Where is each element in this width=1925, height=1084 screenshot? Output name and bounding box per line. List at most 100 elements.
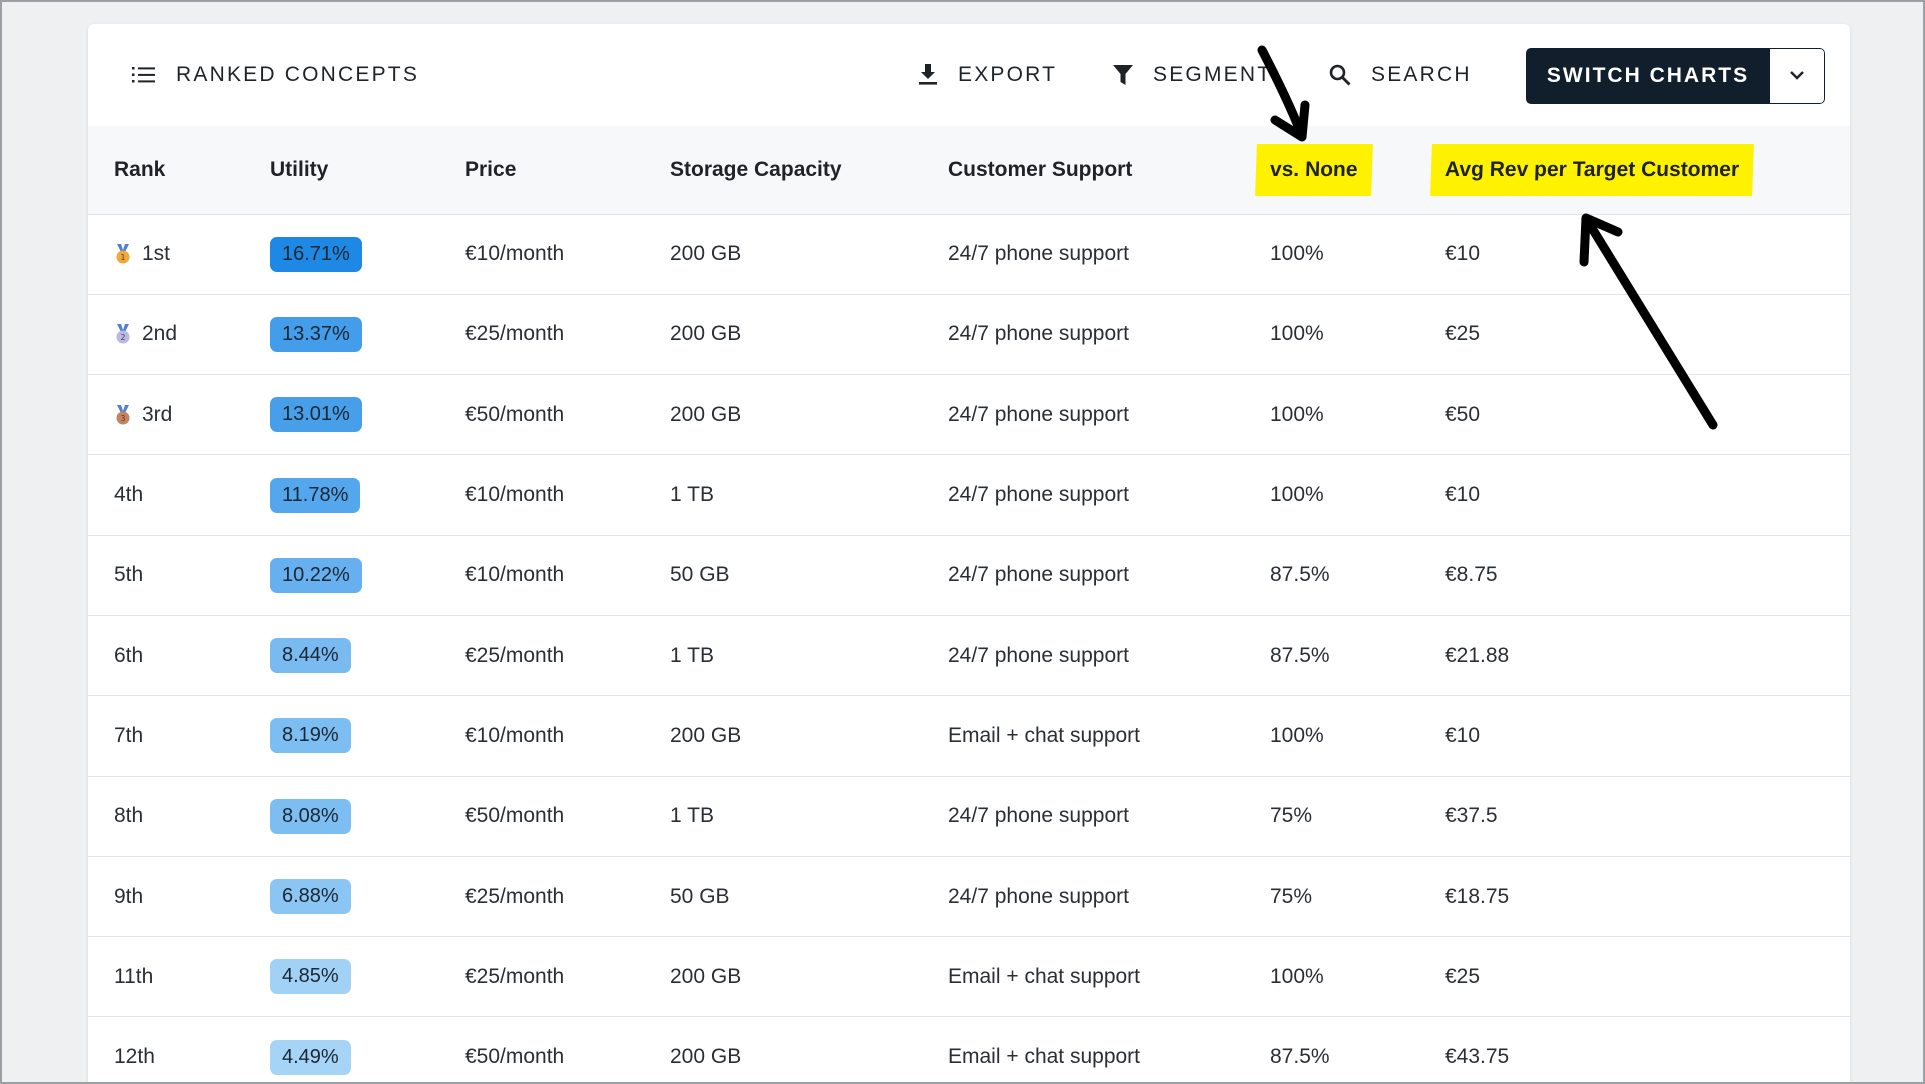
- table-row[interactable]: 2 2nd 13.37% €25/month 200 GB 24/7 phone…: [88, 294, 1850, 376]
- utility-badge: 16.71%: [270, 236, 362, 272]
- rank-label: 1st: [142, 242, 171, 266]
- cell-support: 24/7 phone support: [948, 856, 1270, 938]
- rank-label: 2nd: [142, 322, 178, 346]
- column-header-avg-rev[interactable]: Avg Rev per Target Customer: [1430, 126, 1850, 215]
- cell-rank: 9th: [88, 856, 270, 938]
- cell-support: 24/7 phone support: [948, 776, 1270, 857]
- cell-support: 24/7 phone support: [948, 535, 1270, 616]
- cell-rank: 2 2nd: [88, 294, 270, 376]
- table-row[interactable]: 8th 8.08% €50/month 1 TB 24/7 phone supp…: [88, 776, 1850, 857]
- utility-badge: 13.01%: [270, 397, 362, 433]
- column-header-support[interactable]: Customer Support: [948, 126, 1270, 215]
- ranked-concepts-title: RANKED CONCEPTS: [132, 24, 419, 126]
- toolbar: RANKED CONCEPTS EXPORT SEGMENT SEARCH SW…: [88, 24, 1850, 126]
- table-row[interactable]: 1 1st 16.71% €10/month 200 GB 24/7 phone…: [88, 214, 1850, 295]
- utility-badge: 13.37%: [270, 316, 362, 352]
- column-header-utility[interactable]: Utility: [270, 126, 465, 215]
- cell-vs-none: 100%: [1270, 936, 1445, 1018]
- table-row[interactable]: 11th 4.85% €25/month 200 GB Email + chat…: [88, 936, 1850, 1018]
- cell-price: €10/month: [465, 454, 670, 536]
- cell-storage: 1 TB: [670, 776, 948, 857]
- cell-rank: 11th: [88, 936, 270, 1018]
- segment-button[interactable]: SEGMENT: [1113, 24, 1272, 126]
- table-body: 1 1st 16.71% €10/month 200 GB 24/7 phone…: [88, 214, 1850, 1084]
- cell-rank: 12th: [88, 1016, 270, 1084]
- cell-vs-none: 87.5%: [1270, 1016, 1445, 1084]
- utility-badge: 6.88%: [270, 879, 351, 915]
- cell-price: €10/month: [465, 535, 670, 616]
- utility-badge: 11.78%: [270, 477, 361, 513]
- table-row[interactable]: 4th 11.78% €10/month 1 TB 24/7 phone sup…: [88, 454, 1850, 536]
- utility-badge: 4.49%: [270, 1039, 351, 1075]
- cell-utility: 8.44%: [270, 615, 465, 697]
- table-row[interactable]: 9th 6.88% €25/month 50 GB 24/7 phone sup…: [88, 856, 1850, 938]
- table-row[interactable]: 3 3rd 13.01% €50/month 200 GB 24/7 phone…: [88, 374, 1850, 456]
- rank-label: 6th: [114, 643, 144, 667]
- cell-support: 24/7 phone support: [948, 454, 1270, 536]
- cell-vs-none: 75%: [1270, 776, 1445, 857]
- rank-label: 5th: [114, 563, 144, 587]
- filter-icon: [1113, 64, 1133, 86]
- cell-utility: 10.22%: [270, 535, 465, 616]
- cell-price: €50/month: [465, 374, 670, 456]
- cell-rank: 1 1st: [88, 214, 270, 295]
- export-button[interactable]: EXPORT: [918, 24, 1057, 126]
- cell-vs-none: 100%: [1270, 214, 1445, 295]
- cell-rank: 3 3rd: [88, 374, 270, 456]
- cell-avg-rev: €18.75: [1445, 856, 1850, 938]
- cell-price: €10/month: [465, 695, 670, 777]
- cell-price: €25/month: [465, 856, 670, 938]
- cell-support: 24/7 phone support: [948, 294, 1270, 376]
- table-row[interactable]: 6th 8.44% €25/month 1 TB 24/7 phone supp…: [88, 615, 1850, 697]
- column-header-price[interactable]: Price: [465, 126, 670, 215]
- utility-badge: 8.19%: [270, 718, 351, 754]
- cell-storage: 200 GB: [670, 695, 948, 777]
- rank-label: 12th: [114, 1045, 155, 1069]
- ranked-concepts-table: Rank Utility Price Storage Capacity Cust…: [88, 126, 1850, 1084]
- table-header-row: Rank Utility Price Storage Capacity Cust…: [88, 126, 1850, 215]
- cell-support: Email + chat support: [948, 695, 1270, 777]
- switch-charts-dropdown[interactable]: [1770, 48, 1825, 104]
- rank-label: 7th: [114, 723, 144, 747]
- table-row[interactable]: 5th 10.22% €10/month 50 GB 24/7 phone su…: [88, 535, 1850, 616]
- cell-vs-none: 75%: [1270, 856, 1445, 938]
- table-row[interactable]: 7th 8.19% €10/month 200 GB Email + chat …: [88, 695, 1850, 777]
- column-header-label: Price: [465, 157, 517, 181]
- cell-storage: 1 TB: [670, 454, 948, 536]
- column-header-label-highlighted: Avg Rev per Target Customer: [1430, 143, 1754, 196]
- utility-badge: 8.44%: [270, 638, 351, 674]
- column-header-label: Rank: [114, 157, 166, 181]
- list-numbered-icon: [132, 65, 156, 85]
- column-header-storage[interactable]: Storage Capacity: [670, 126, 948, 215]
- switch-charts-button[interactable]: SWITCH CHARTS: [1526, 48, 1770, 104]
- download-icon: [918, 64, 938, 86]
- cell-utility: 6.88%: [270, 856, 465, 938]
- cell-support: Email + chat support: [948, 936, 1270, 1018]
- cell-utility: 8.08%: [270, 776, 465, 857]
- cell-vs-none: 100%: [1270, 454, 1445, 536]
- cell-price: €25/month: [465, 294, 670, 376]
- segment-label: SEGMENT: [1153, 63, 1273, 86]
- rank-label: 4th: [114, 483, 144, 507]
- cell-vs-none: 87.5%: [1270, 535, 1445, 616]
- bronze-medal-icon: 3: [114, 404, 132, 425]
- cell-utility: 8.19%: [270, 695, 465, 777]
- column-header-vs-none[interactable]: vs. None: [1255, 126, 1445, 215]
- cell-price: €25/month: [465, 615, 670, 697]
- search-button[interactable]: SEARCH: [1329, 24, 1472, 126]
- cell-rank: 6th: [88, 615, 270, 697]
- cell-avg-rev: €50: [1445, 374, 1850, 456]
- cell-utility: 11.78%: [270, 454, 465, 536]
- cell-rank: 5th: [88, 535, 270, 616]
- column-header-rank[interactable]: Rank: [88, 126, 270, 215]
- cell-avg-rev: €37.5: [1445, 776, 1850, 857]
- cell-storage: 50 GB: [670, 535, 948, 616]
- cell-support: 24/7 phone support: [948, 214, 1270, 295]
- svg-text:3: 3: [121, 414, 126, 423]
- silver-medal-icon: 2: [114, 324, 132, 344]
- search-icon: [1329, 64, 1351, 86]
- export-label: EXPORT: [958, 63, 1058, 86]
- table-row[interactable]: 12th 4.49% €50/month 200 GB Email + chat…: [88, 1016, 1850, 1084]
- cell-storage: 50 GB: [670, 856, 948, 938]
- cell-avg-rev: €10: [1445, 454, 1850, 536]
